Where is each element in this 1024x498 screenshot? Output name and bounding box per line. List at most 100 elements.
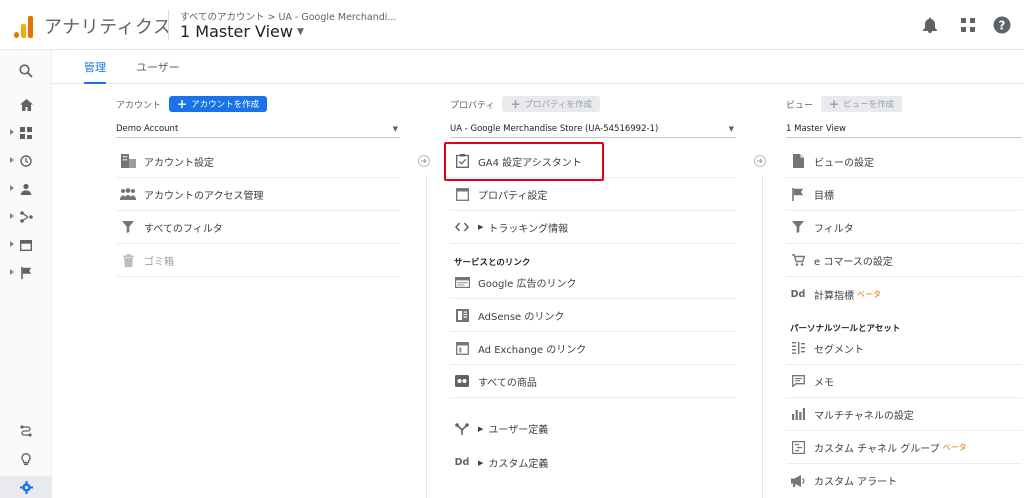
- document-icon: [790, 153, 806, 169]
- customization-nav-item[interactable]: [0, 122, 52, 144]
- ad-exchange-link-item[interactable]: Ad Exchange のリンク: [450, 332, 736, 365]
- ads-icon: [454, 274, 470, 290]
- ad-exchange-link-label: Ad Exchange のリンク: [478, 344, 587, 356]
- multichannel-settings-label: マルチチャネルの設定: [814, 410, 914, 422]
- create-property-button[interactable]: + プロパティを作成: [502, 96, 601, 112]
- tab-admin[interactable]: 管理: [84, 59, 106, 84]
- admin-tabs: 管理 ユーザー: [52, 50, 1024, 84]
- all-products-item[interactable]: すべての商品: [450, 365, 736, 398]
- channel-group-icon: [790, 439, 806, 455]
- admin-gear-icon[interactable]: [0, 476, 52, 498]
- lightbulb-icon[interactable]: [0, 448, 52, 470]
- account-settings-item[interactable]: アカウント設定: [116, 145, 400, 178]
- arrow-right-icon: [754, 155, 766, 167]
- analytics-logo-icon[interactable]: [12, 14, 36, 38]
- column-divider: [762, 175, 763, 498]
- bell-icon[interactable]: [920, 15, 940, 35]
- caret-down-icon: ▼: [728, 124, 734, 133]
- create-account-button[interactable]: + アカウントを作成: [169, 96, 268, 112]
- adsense-link-item[interactable]: AdSense のリンク: [450, 299, 736, 332]
- trash-item[interactable]: ゴミ箱: [116, 244, 400, 277]
- conversions-nav-item[interactable]: [0, 262, 52, 284]
- custom-definition-item[interactable]: Dd ▶ カスタム定義: [450, 446, 736, 479]
- beta-badge: ベータ: [942, 442, 967, 452]
- home-icon[interactable]: [0, 94, 52, 116]
- view-filters-item[interactable]: フィルタ: [786, 211, 1022, 244]
- building-icon: [120, 153, 136, 169]
- account-access-management-item[interactable]: アカウントのアクセス管理: [116, 178, 400, 211]
- property-settings-item[interactable]: プロパティ設定: [450, 178, 736, 211]
- dd-icon: Dd: [454, 457, 470, 468]
- custom-alerts-label: カスタム アラート: [814, 477, 898, 488]
- behavior-nav-item[interactable]: [0, 234, 52, 256]
- annotations-item[interactable]: メモ: [786, 365, 1022, 398]
- view-settings-item[interactable]: ビューの設定: [786, 145, 1022, 178]
- view-settings-label: ビューの設定: [814, 157, 874, 169]
- comment-icon: [790, 373, 806, 389]
- beta-badge: ベータ: [857, 290, 881, 299]
- realtime-nav-item[interactable]: [0, 150, 52, 172]
- expand-arrow-icon: [10, 157, 14, 163]
- plus-icon: +: [510, 97, 521, 111]
- account-header-label: アカウント: [116, 100, 162, 111]
- filter-icon: [790, 219, 806, 235]
- view-selector[interactable]: 1 Master View ▼: [180, 22, 304, 41]
- view-header-label: ビュー: [786, 100, 814, 111]
- create-property-label: プロパティを作成: [524, 100, 593, 110]
- all-products-label: すべての商品: [478, 377, 537, 389]
- view-selector-label: 1 Master View: [180, 22, 293, 41]
- view-column-selector-value: 1 Master View: [786, 123, 847, 134]
- goals-item[interactable]: 目標: [786, 178, 1022, 211]
- segments-label: セグメント: [814, 344, 864, 356]
- bar-chart-icon: [790, 406, 806, 422]
- trash-label: ゴミ箱: [144, 256, 174, 268]
- user-definition-label: ユーザー定義: [488, 425, 549, 436]
- all-filters-item[interactable]: すべてのフィルタ: [116, 211, 400, 244]
- search-icon[interactable]: [0, 60, 52, 82]
- trash-icon: [120, 252, 136, 268]
- ecommerce-settings-item[interactable]: e コマースの設定: [786, 244, 1022, 277]
- breadcrumb[interactable]: すべてのアカウント > UA - Google Merchandi...: [180, 9, 396, 23]
- clock-icon: [20, 155, 32, 167]
- code-icon: [454, 219, 470, 235]
- account-selector[interactable]: Demo Account ▼: [116, 120, 400, 138]
- custom-channel-group-item[interactable]: カスタム チャネル グループ ベータ: [786, 431, 1022, 464]
- account-column-header: アカウント + アカウントを作成: [116, 96, 268, 112]
- highlight-box: [444, 142, 604, 181]
- left-nav-rail: [0, 50, 52, 498]
- audience-nav-item[interactable]: [0, 178, 52, 200]
- expand-arrow-icon: ▶: [478, 223, 484, 231]
- megaphone-icon: [790, 473, 806, 489]
- view-filters-label: フィルタ: [814, 223, 854, 235]
- goals-label: 目標: [814, 190, 834, 202]
- acquisition-nav-item[interactable]: [0, 206, 52, 228]
- segment-icon: [790, 340, 806, 356]
- view-column-selector[interactable]: 1 Master View: [786, 120, 1022, 138]
- custom-alerts-item[interactable]: カスタム アラート: [786, 464, 1022, 497]
- expand-arrow-icon: [10, 241, 14, 247]
- calculated-metrics-item[interactable]: Dd 計算指標 ベータ: [786, 278, 1022, 311]
- top-header: アナリティクス すべてのアカウント > UA - Google Merchand…: [0, 0, 1024, 50]
- create-view-label: ビューを作成: [843, 100, 895, 110]
- header-divider: [168, 10, 169, 40]
- tab-user[interactable]: ユーザー: [136, 59, 180, 84]
- apps-grid-icon[interactable]: [958, 15, 978, 35]
- user-definition-item[interactable]: ▶ ユーザー定義: [450, 412, 736, 445]
- custom-definition-label: カスタム定義: [488, 459, 549, 470]
- multichannel-settings-item[interactable]: マルチチャネルの設定: [786, 398, 1022, 431]
- attribution-icon[interactable]: [0, 420, 52, 442]
- dd-icon: Dd: [790, 289, 806, 300]
- google-ads-link-item[interactable]: Google 広告のリンク: [450, 266, 736, 299]
- products-icon: [454, 373, 470, 389]
- user-definition-icon: [454, 421, 470, 437]
- create-view-button[interactable]: + ビューを作成: [821, 96, 903, 112]
- tracking-info-item[interactable]: ▶ トラッキング情報: [450, 211, 736, 244]
- adsense-link-label: AdSense のリンク: [478, 311, 565, 323]
- caret-down-icon: ▼: [296, 26, 304, 37]
- help-icon[interactable]: ?: [992, 15, 1012, 35]
- segments-item[interactable]: セグメント: [786, 332, 1022, 365]
- property-selector[interactable]: UA - Google Merchandise Store (UA-545169…: [450, 120, 736, 138]
- account-access-management-label: アカウントのアクセス管理: [144, 190, 264, 202]
- expand-arrow-icon: ▶: [478, 458, 484, 467]
- expand-arrow-icon: ▶: [478, 424, 484, 433]
